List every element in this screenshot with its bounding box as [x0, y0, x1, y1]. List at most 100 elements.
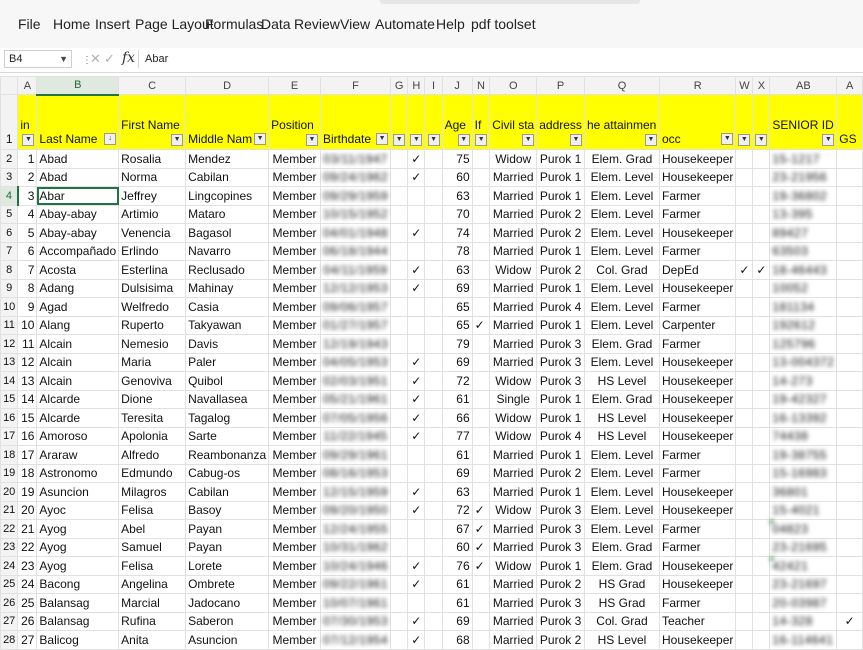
row-header[interactable]: 16	[0, 408, 19, 428]
cell-g[interactable]	[390, 593, 409, 613]
cell-first-name[interactable]: Felisa	[118, 500, 187, 520]
cell-occ[interactable]: Housekeeper	[658, 426, 737, 446]
cell-position[interactable]: Member	[268, 204, 321, 224]
cell-senior-id[interactable]: 14-328	[769, 611, 838, 631]
header-cell-first-name[interactable]: First Name ▼	[118, 94, 187, 150]
cell-gs[interactable]	[836, 482, 863, 502]
cell-if[interactable]	[471, 371, 491, 391]
cell-first-name[interactable]: Edmundo	[118, 463, 187, 483]
cancel-icon[interactable]: ✕	[90, 51, 101, 67]
formula-input[interactable]: Abar	[138, 50, 863, 68]
cell-h[interactable]	[407, 315, 426, 335]
col-header[interactable]: F	[319, 76, 392, 95]
cell-x[interactable]: ✓	[752, 260, 771, 280]
cell-w[interactable]	[735, 611, 754, 631]
cell-i[interactable]	[424, 519, 443, 539]
cell-civil-status[interactable]: Married	[489, 297, 538, 317]
cell-age[interactable]: 63	[441, 186, 473, 206]
cell-w[interactable]	[735, 463, 754, 483]
cell-x[interactable]	[752, 334, 771, 354]
header-cell-gs[interactable]: GS	[836, 94, 863, 150]
cell-last-name[interactable]: Acosta	[36, 260, 120, 280]
cell-if[interactable]	[471, 389, 491, 409]
header-cell-middle-name[interactable]: Middle Nam ▼	[185, 94, 270, 150]
cell-g[interactable]	[390, 334, 409, 354]
cell-last-name[interactable]: Bacong	[36, 574, 120, 594]
cell-first-name[interactable]: Rosalia	[118, 149, 187, 169]
cell-i[interactable]	[424, 241, 443, 261]
col-header[interactable]: I	[424, 76, 443, 95]
cell-if[interactable]	[471, 223, 491, 243]
cell-middle-name[interactable]: Cabilan	[185, 482, 270, 502]
cell-last-name[interactable]: Abay-abay	[36, 204, 120, 224]
cell-address[interactable]: Purok 2	[536, 223, 585, 243]
cell-attainment[interactable]: Elem. Level	[583, 445, 661, 465]
cell-occ[interactable]: Housekeeper	[658, 482, 737, 502]
cell-address[interactable]: Purok 4	[536, 297, 585, 317]
cell-occ[interactable]: Farmer	[658, 334, 737, 354]
cell-if[interactable]	[471, 408, 491, 428]
cell-w[interactable]	[735, 630, 754, 650]
filter-dropdown-icon[interactable]: ▼	[171, 134, 184, 146]
cell-senior-id[interactable]: 19-36802	[769, 186, 838, 206]
cell-index[interactable]: 16	[17, 426, 38, 446]
cell-index[interactable]: 23	[17, 556, 38, 576]
cell-last-name[interactable]: Alcain	[36, 371, 120, 391]
cell-i[interactable]	[424, 537, 443, 557]
cell-age[interactable]: 61	[441, 593, 473, 613]
cell-w[interactable]	[735, 223, 754, 243]
cell-x[interactable]	[752, 186, 771, 206]
cell-gs[interactable]	[836, 334, 863, 354]
cell-birthdate[interactable]: 07/12/1954	[319, 630, 392, 650]
cell-i[interactable]	[424, 574, 443, 594]
cell-last-name[interactable]: Abay-abay	[36, 223, 120, 243]
cell-h[interactable]: ✓	[407, 149, 426, 169]
cell-g[interactable]	[390, 389, 409, 409]
cell-occ[interactable]: Farmer	[658, 593, 737, 613]
cell-h[interactable]	[407, 519, 426, 539]
cell-position[interactable]: Member	[268, 537, 321, 557]
cell-occ[interactable]: Housekeeper	[658, 389, 737, 409]
cell-middle-name[interactable]: Tagalog	[185, 408, 270, 428]
cell-occ[interactable]: Carpenter	[658, 315, 737, 335]
cell-if[interactable]: ✓	[471, 315, 491, 335]
cell-last-name[interactable]: Balansag	[36, 611, 120, 631]
cell-if[interactable]	[471, 611, 491, 631]
cell-x[interactable]	[752, 611, 771, 631]
menu-automate[interactable]: Automate	[375, 16, 435, 32]
cell-position[interactable]: Member	[268, 186, 321, 206]
cell-senior-id[interactable]: 89427	[769, 223, 838, 243]
cell-index[interactable]: 10	[17, 315, 38, 335]
cell-i[interactable]	[424, 315, 443, 335]
cell-address[interactable]: Purok 1	[536, 482, 585, 502]
cell-age[interactable]: 72	[441, 500, 473, 520]
cell-civil-status[interactable]: Married	[489, 593, 538, 613]
cell-w[interactable]: ✓	[735, 260, 754, 280]
sort-filter-icon[interactable]: ↓	[104, 133, 117, 146]
cell-birthdate[interactable]: 01/27/1957	[319, 315, 392, 335]
cell-h[interactable]: ✓	[407, 630, 426, 650]
col-header[interactable]: D	[185, 76, 270, 95]
chevron-down-icon[interactable]: ▼	[59, 51, 68, 67]
col-header[interactable]: W	[735, 76, 754, 95]
menu-insert[interactable]: Insert	[95, 16, 130, 32]
cell-occ[interactable]: Farmer	[658, 519, 737, 539]
cell-index[interactable]: 1	[17, 149, 38, 169]
cell-i[interactable]	[424, 500, 443, 520]
cell-attainment[interactable]: Elem. Level	[583, 167, 661, 187]
cell-senior-id[interactable]: 19-38755	[769, 445, 838, 465]
cell-attainment[interactable]: Elem. Level	[583, 186, 661, 206]
cell-index[interactable]: 18	[17, 463, 38, 483]
cell-occ[interactable]: Housekeeper	[658, 149, 737, 169]
col-header[interactable]: E	[268, 76, 321, 95]
header-cell-if[interactable]: If ▼	[471, 94, 491, 150]
cell-occ[interactable]: Farmer	[658, 186, 737, 206]
cell-h[interactable]	[407, 593, 426, 613]
cell-x[interactable]	[752, 389, 771, 409]
header-cell-occ[interactable]: occ ▼	[658, 94, 737, 150]
cell-birthdate[interactable]: 09/20/1950	[319, 500, 392, 520]
header-cell-last-name[interactable]: Last Name ↓	[36, 94, 120, 150]
cell-middle-name[interactable]: Mataro	[185, 204, 270, 224]
cell-position[interactable]: Member	[268, 500, 321, 520]
cell-birthdate[interactable]: 11/22/1945	[319, 426, 392, 446]
